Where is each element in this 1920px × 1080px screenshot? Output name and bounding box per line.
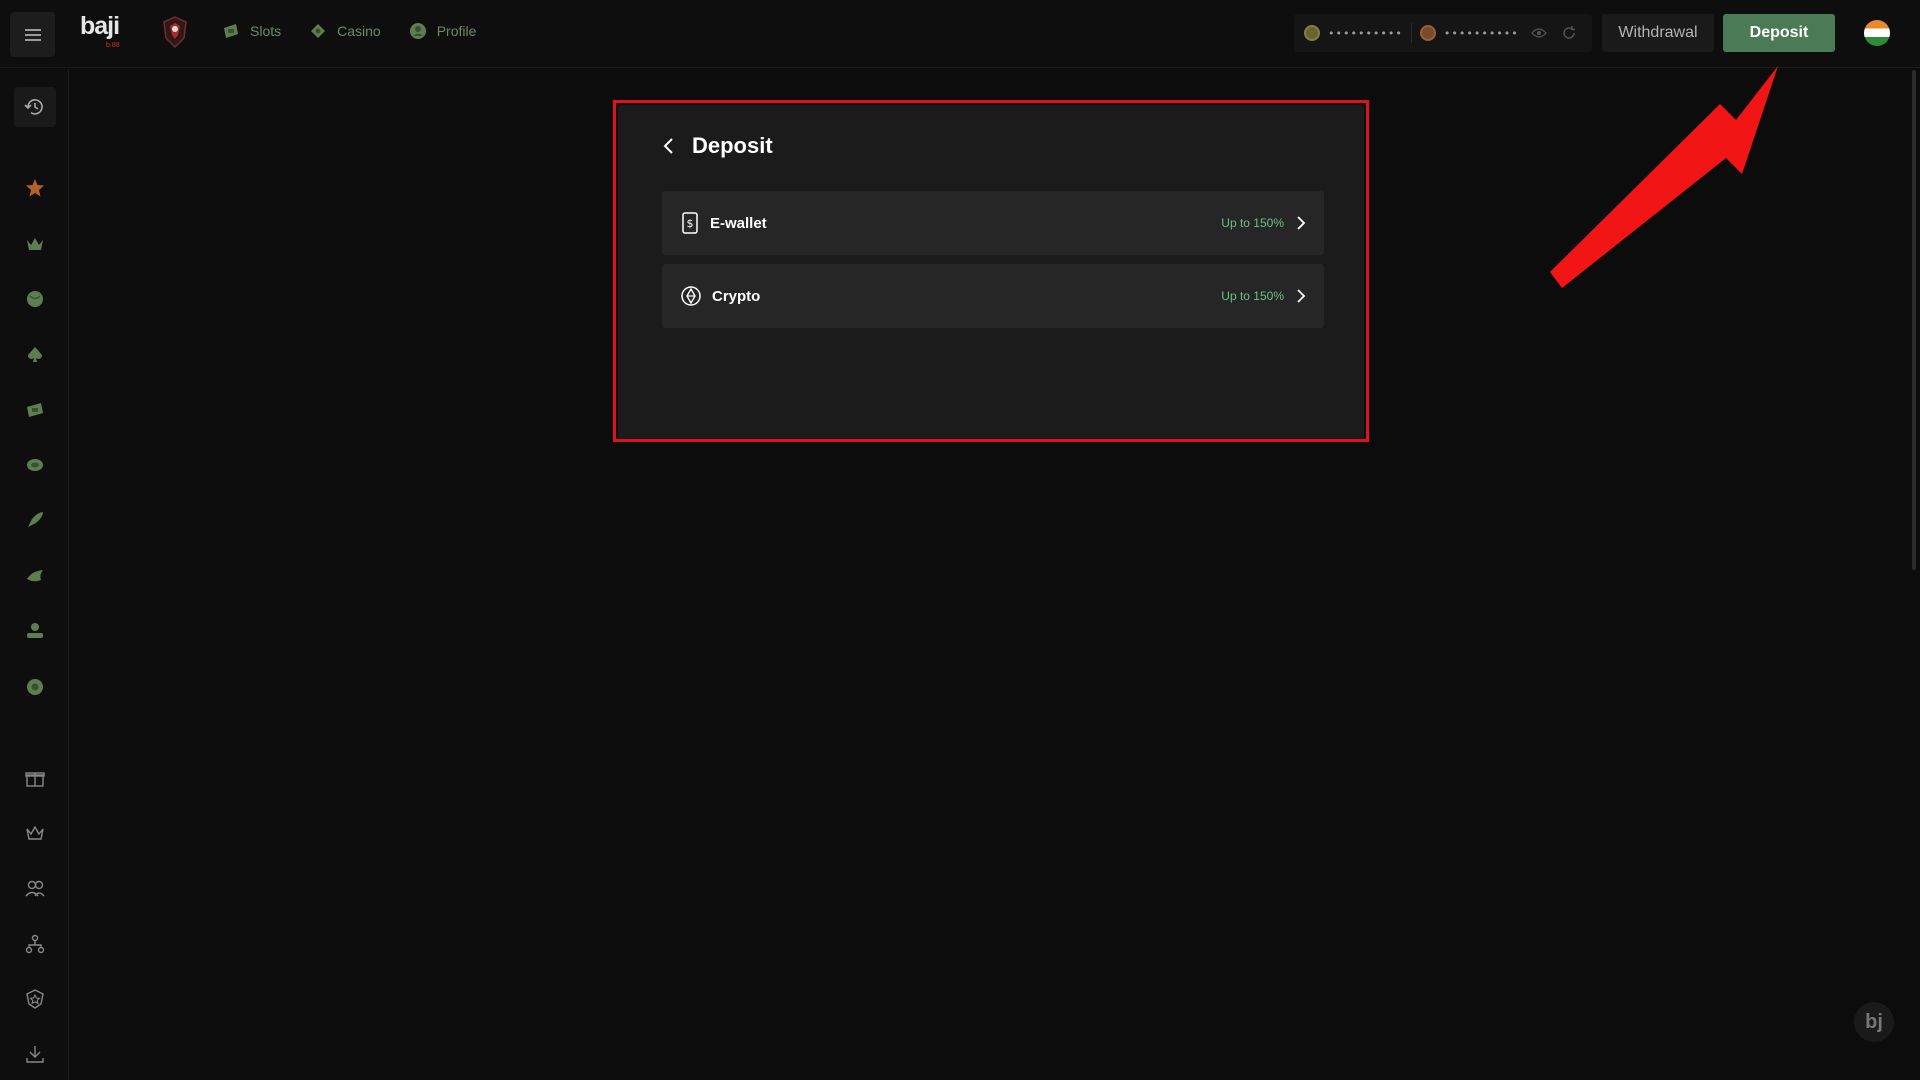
sidebar-item-top[interactable] — [22, 231, 48, 257]
sidebar-item-affiliate[interactable] — [22, 931, 48, 957]
logo-text: baji — [80, 12, 120, 40]
nav-slots[interactable]: Slots — [222, 22, 281, 40]
cards-icon — [27, 623, 43, 638]
top-navigation: Slots Casino Profile — [222, 22, 476, 40]
menu-icon — [24, 28, 41, 41]
spade-icon — [28, 347, 42, 362]
casino-icon — [311, 24, 326, 38]
sidebar-item-hot[interactable] — [22, 175, 48, 201]
fish-icon — [27, 459, 43, 471]
sidebar-item-lottery[interactable] — [22, 674, 48, 700]
sidebar-item-table[interactable] — [22, 618, 48, 644]
nav-casino-label: Casino — [337, 23, 381, 39]
gift-icon — [25, 772, 45, 787]
vip-crown-icon — [26, 825, 44, 840]
lottery-icon — [27, 679, 43, 695]
bird-icon — [27, 570, 43, 582]
bonus-balance-masked: •••••••••• — [1443, 26, 1519, 40]
logo-subtext: b.88 — [106, 42, 120, 49]
sidebar-item-crash[interactable] — [22, 507, 48, 533]
referral-icon — [25, 880, 45, 897]
eye-icon[interactable] — [1530, 27, 1547, 39]
sidebar-item-fishing[interactable] — [22, 452, 48, 478]
sidebar-item-promotions[interactable] — [22, 765, 48, 791]
top-bar: baji b.88 Slots Casino Profile •••••••••… — [0, 0, 1920, 68]
sidebar-item-download[interactable] — [22, 1041, 48, 1067]
history-button[interactable] — [14, 87, 56, 127]
balance-divider — [1410, 23, 1412, 43]
bonus-wallet-coin-icon — [1419, 25, 1436, 41]
nav-profile[interactable]: Profile — [409, 22, 477, 40]
sidebar-item-casino[interactable] — [22, 342, 48, 368]
floating-chat-badge[interactable]: bj — [1854, 1002, 1894, 1042]
ball-icon — [27, 291, 43, 307]
nav-casino[interactable]: Casino — [309, 22, 381, 40]
rocket-icon — [28, 512, 43, 527]
baji-logo[interactable]: baji b.88 — [80, 12, 128, 52]
main-balance-masked: •••••••••• — [1328, 26, 1403, 40]
deposit-button[interactable]: Deposit — [1723, 14, 1835, 52]
main-wallet-coin-icon — [1304, 25, 1320, 41]
download-icon — [26, 1046, 44, 1063]
refresh-icon[interactable] — [1561, 25, 1577, 41]
history-icon — [24, 99, 43, 115]
sidebar-item-sports[interactable] — [22, 286, 48, 312]
sidebar-item-vip[interactable] — [22, 820, 48, 846]
crown-icon — [27, 238, 43, 250]
sidebar-item-slots[interactable] — [22, 397, 48, 423]
withdrawal-button[interactable]: Withdrawal — [1602, 14, 1714, 52]
highlight-outline — [613, 100, 1369, 442]
slots-icon — [27, 403, 43, 417]
sidebar-item-arcade[interactable] — [22, 563, 48, 589]
star-icon — [26, 179, 44, 197]
balance-panel: •••••••••• •••••••••• — [1294, 14, 1592, 52]
india-flag-icon[interactable] — [1864, 20, 1890, 46]
sidebar-item-badge[interactable] — [22, 986, 48, 1012]
nav-profile-label: Profile — [436, 23, 477, 39]
badge-icon — [26, 989, 44, 1009]
sidebar-item-referral[interactable] — [22, 875, 48, 901]
slots-icon — [224, 24, 238, 38]
sidebar — [0, 69, 69, 1080]
nav-slots-label: Slots — [250, 23, 282, 39]
affiliate-icon — [25, 934, 45, 954]
hamburger-menu-button[interactable] — [10, 12, 55, 57]
scrollbar[interactable] — [1912, 70, 1916, 570]
profile-icon — [409, 23, 426, 39]
club-badge-icon[interactable] — [162, 16, 188, 49]
